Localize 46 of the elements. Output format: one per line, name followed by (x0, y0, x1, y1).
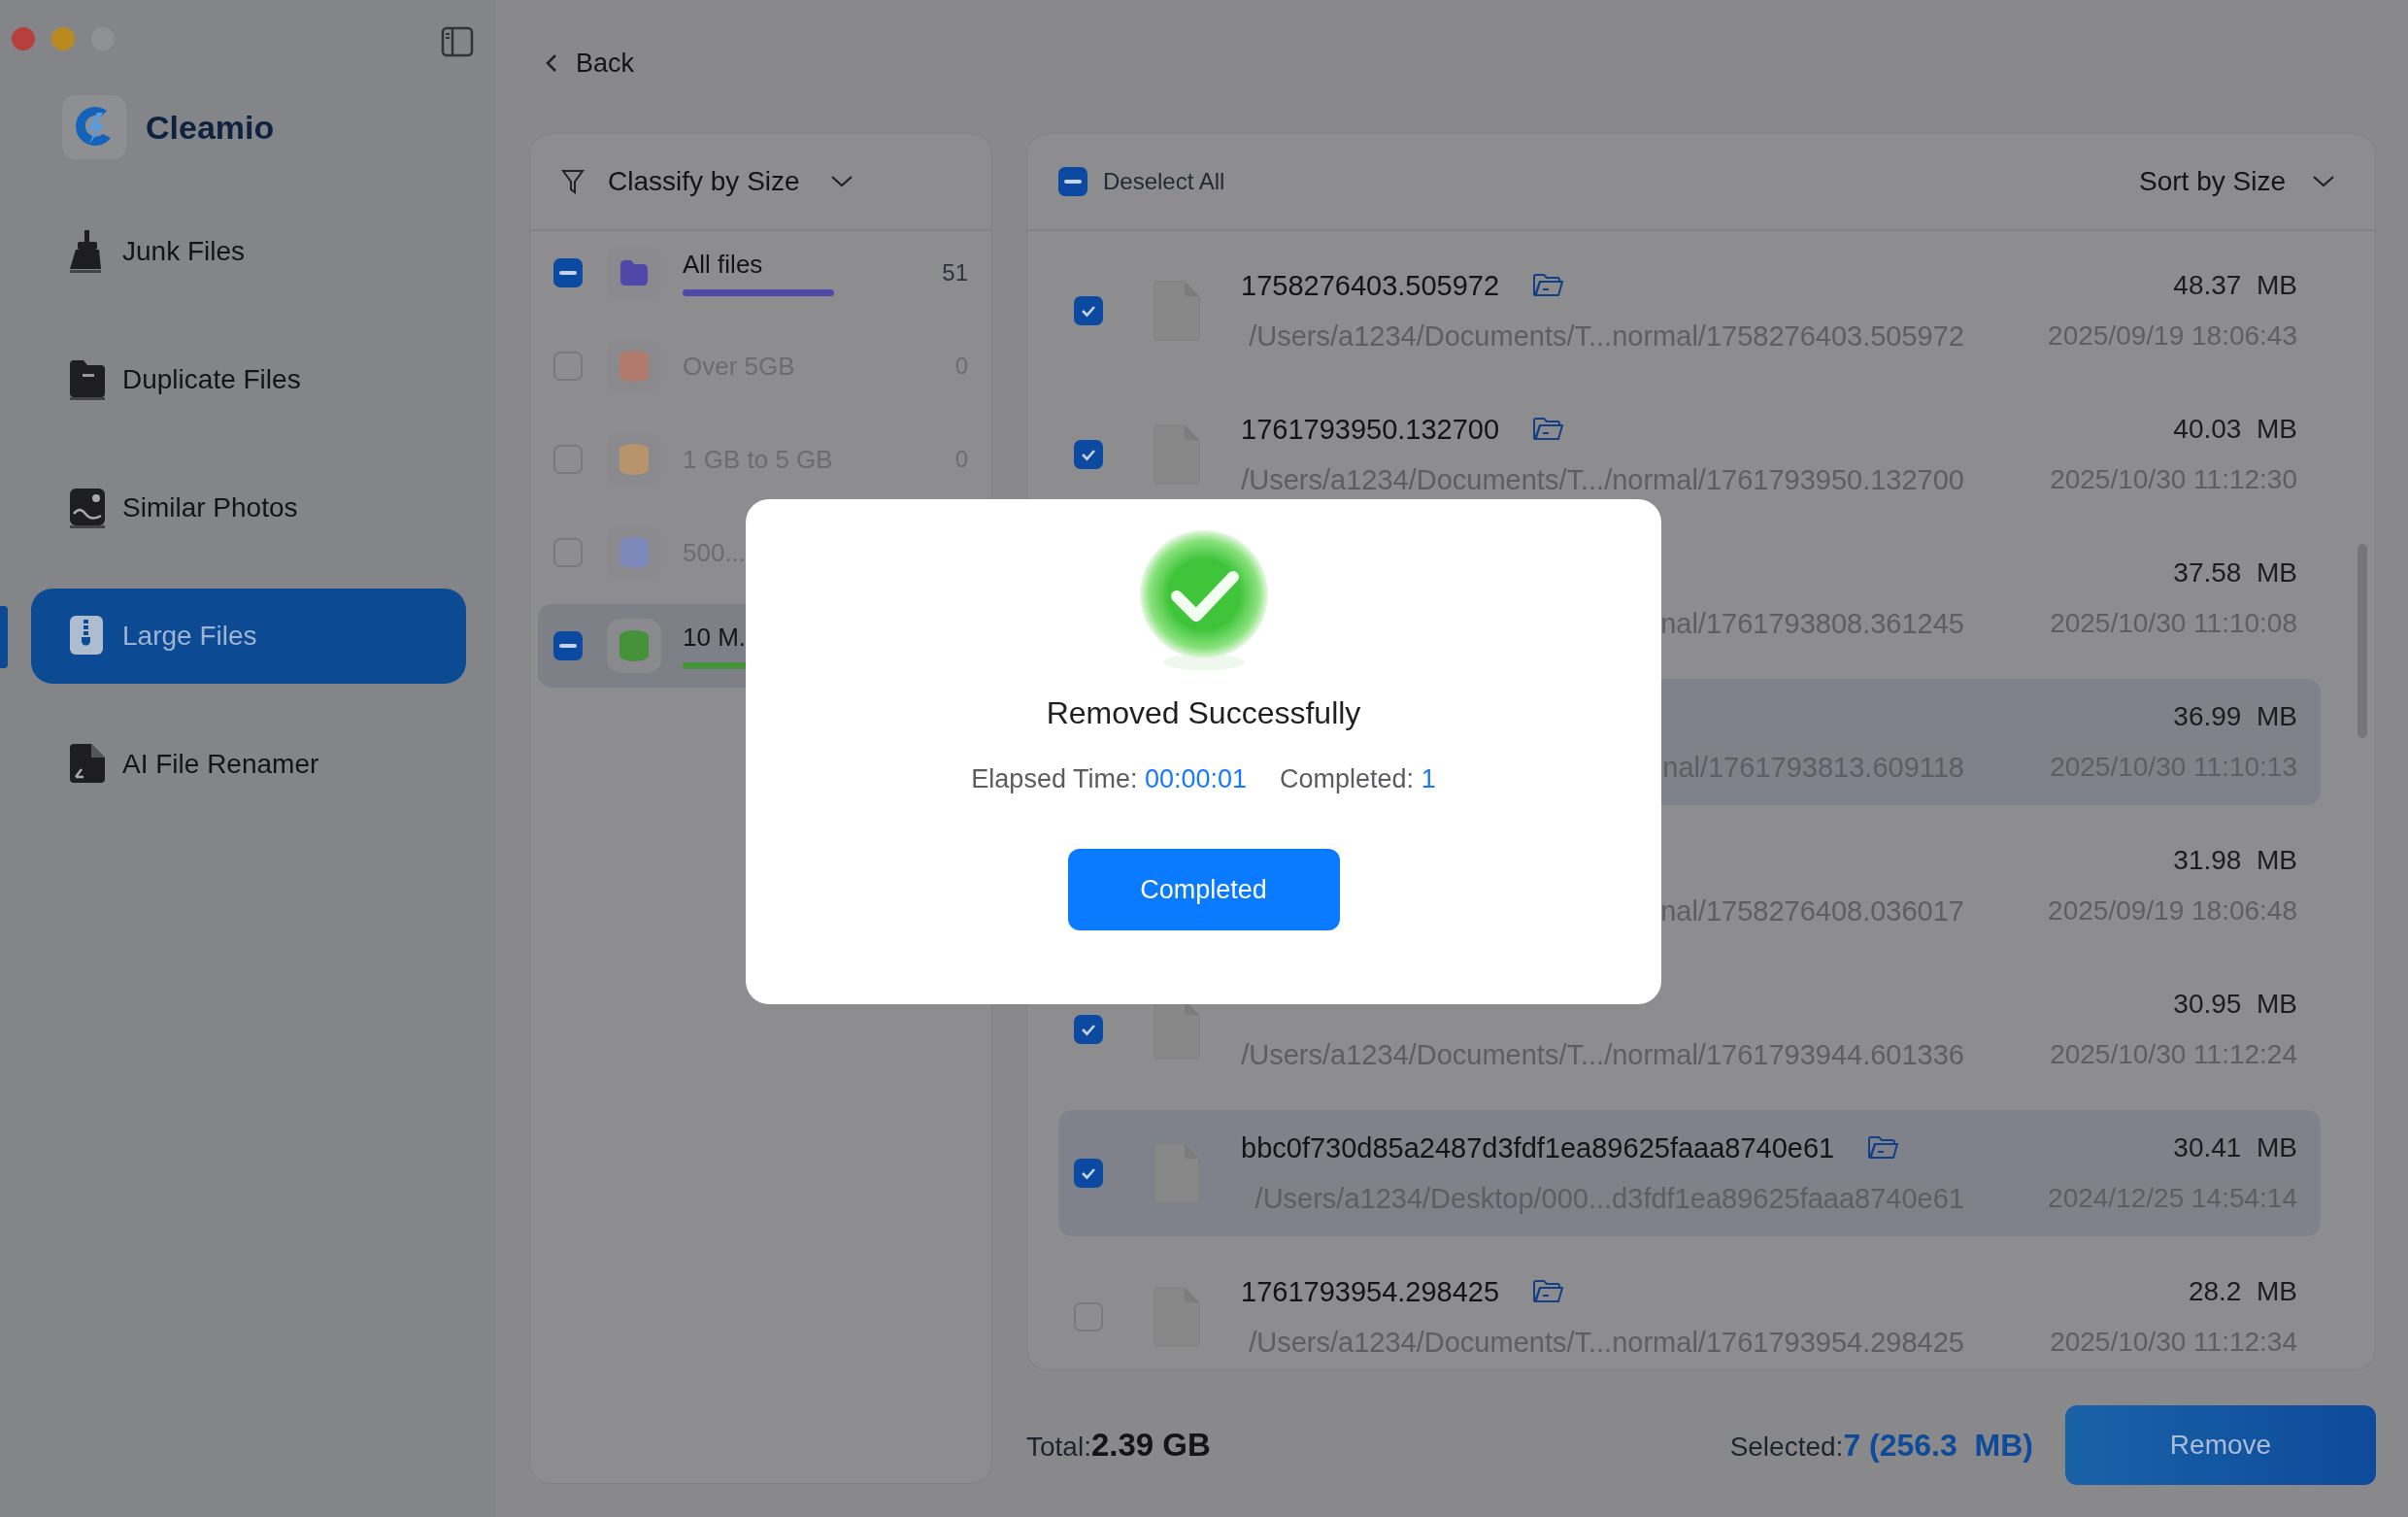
checkbox[interactable] (553, 631, 583, 660)
sidebar-item[interactable]: Large Files (31, 589, 466, 684)
file-name: 1758276403.505972 (1241, 269, 1500, 302)
file-size: 30.41 MB (2173, 1131, 2297, 1164)
filter-icon (561, 168, 585, 195)
folder-icon (68, 358, 107, 401)
file-name: 1761793950.132700 (1241, 413, 1500, 446)
sidebar-toggle-icon[interactable] (441, 26, 474, 57)
file-name: 1761793954.298425 (1241, 1275, 1500, 1308)
checkbox[interactable] (1074, 1159, 1103, 1188)
file-size: 36.99 MB (2173, 700, 2297, 733)
checkbox[interactable] (1074, 296, 1103, 325)
file-size: 37.58 MB (2173, 556, 2297, 590)
file-size: 48.37 MB (2173, 269, 2297, 302)
sidebar-item[interactable]: Duplicate Files (31, 332, 466, 427)
completed-count: Completed: 1 (1280, 764, 1436, 794)
app-name: Cleamio (146, 108, 275, 147)
photo-icon (68, 487, 107, 529)
folder-icon[interactable] (1532, 273, 1564, 298)
back-button[interactable]: Back (529, 29, 635, 97)
remove-button[interactable]: Remove (2065, 1405, 2376, 1485)
classify-dropdown[interactable]: Classify by Size (608, 166, 854, 197)
deselect-all-checkbox[interactable]: Deselect All (1058, 167, 1225, 196)
file-size: 28.2 MB (2188, 1275, 2297, 1308)
chevron-down-icon (2311, 174, 2336, 189)
file-size: 30.95 MB (2173, 988, 2297, 1021)
sidebar-item[interactable]: AI File Renamer (31, 717, 466, 812)
category-item[interactable]: All files 51 (538, 231, 984, 315)
total-size: Total:2.39 GB (1026, 1427, 1211, 1464)
sidebar-item[interactable]: Similar Photos (31, 460, 466, 556)
file-count: 51 (942, 259, 968, 287)
file-name: bbc0f730d85a2487d3fdf1ea89625faaa8740e61 (1241, 1131, 1835, 1164)
chevron-left-icon (545, 52, 558, 74)
checkbox[interactable] (553, 258, 583, 287)
completed-button[interactable]: Completed (1067, 849, 1340, 930)
selected-summary: Selected:7 (256.3 MB) (1729, 1427, 2033, 1464)
sort-dropdown[interactable]: Sort by Size (2139, 166, 2336, 197)
folder-icon[interactable] (1867, 1135, 1899, 1161)
file-size: 40.03 MB (2173, 413, 2297, 446)
folder-icon[interactable] (1532, 417, 1564, 442)
sidebar-item[interactable]: Junk Files (31, 204, 466, 299)
file-size: 31.98 MB (2173, 844, 2297, 877)
folder-icon[interactable] (1532, 1279, 1564, 1304)
checkbox[interactable] (1074, 440, 1103, 469)
app-logo-icon (62, 95, 126, 159)
checkbox[interactable] (1074, 1015, 1103, 1044)
